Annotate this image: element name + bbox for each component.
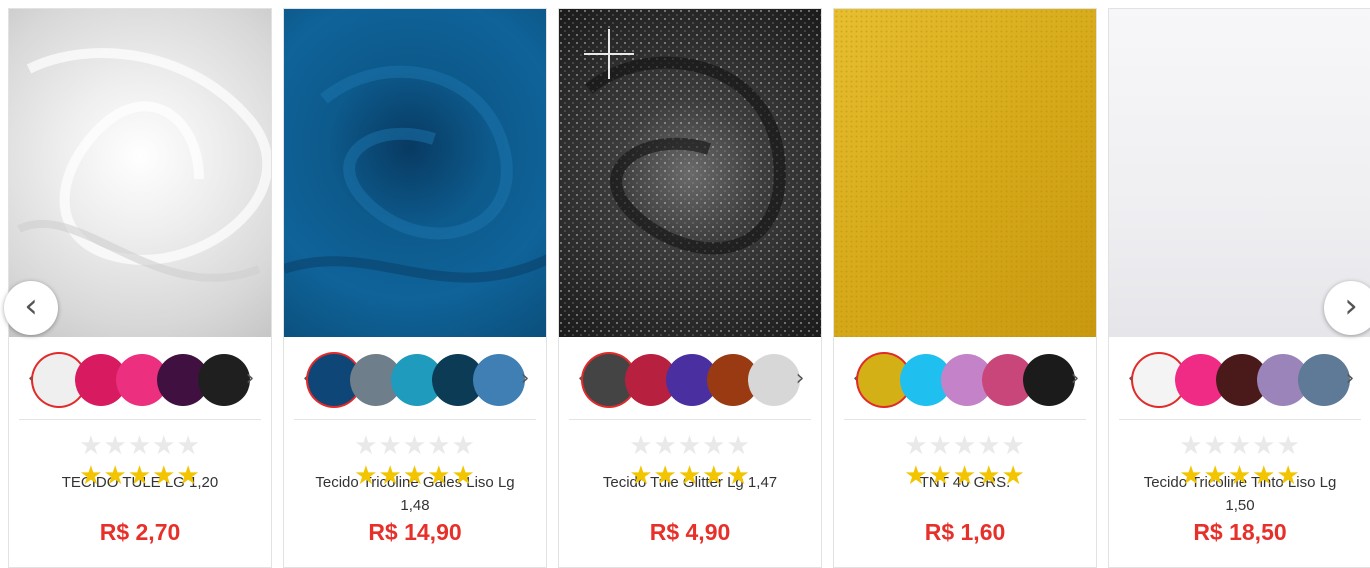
product-price: R$ 14,90 — [368, 519, 462, 545]
fabric-texture — [834, 9, 1096, 337]
rating-stars-filled: ★★★★★ — [904, 461, 1026, 491]
swatch-next-icon[interactable]: › — [1343, 366, 1357, 392]
swatch-next-icon[interactable]: › — [1068, 366, 1082, 392]
glitter-texture — [559, 9, 821, 337]
divider — [569, 419, 811, 420]
product-card[interactable]: ‹ › ★★★★★ Tecido Tricoline Tinto Liso Lg… — [1108, 8, 1370, 568]
product-image[interactable] — [834, 9, 1096, 337]
carousel-prev-button[interactable]: ‹ — [4, 281, 58, 335]
rating-stars-filled: ★★★★★ — [354, 461, 476, 491]
rating-stars-filled: ★★★★★ — [1179, 461, 1301, 491]
product-card[interactable]: ‹ › ★★★★★ TNT 40 GRS. ★★★★★ R$ 1,60 — [833, 8, 1097, 568]
product-price: R$ 1,60 — [924, 519, 1006, 545]
color-swatches: ‹ › — [1109, 354, 1370, 408]
swatch-next-icon[interactable]: › — [518, 366, 532, 392]
divider — [844, 419, 1086, 420]
carousel-next-button[interactable]: › — [1324, 281, 1370, 335]
rating-stars-filled: ★★★★★ — [79, 461, 201, 491]
chevron-left-icon: ‹ — [24, 286, 38, 326]
rating-stars-empty: ★★★★★ — [354, 431, 476, 461]
chevron-right-icon: › — [1344, 286, 1358, 326]
rating-stars-empty: ★★★★★ — [629, 431, 751, 461]
color-swatches: ‹ › — [559, 354, 821, 408]
swatch-next-icon[interactable]: › — [793, 366, 807, 392]
rating-stars-filled: ★★★★★ — [629, 461, 751, 491]
product-price: R$ 4,90 — [649, 519, 731, 545]
product-card[interactable]: ‹ › ★★★★★ Tecido Tricoline Gales Liso Lg… — [283, 8, 547, 568]
color-swatches: ‹ › — [834, 354, 1096, 408]
color-swatches: ‹ › — [9, 354, 271, 408]
swatch-next-icon[interactable]: › — [243, 366, 257, 392]
product-image[interactable] — [1109, 9, 1370, 337]
product-price: R$ 18,50 — [1193, 519, 1287, 545]
rating-stars-empty: ★★★★★ — [79, 431, 201, 461]
product-card[interactable]: ‹ › ★★★★★ Tecido Tule Glitter Lg 1,47 ★★… — [558, 8, 822, 568]
color-swatches: ‹ › — [284, 354, 546, 408]
divider — [19, 419, 261, 420]
fabric-folds — [284, 65, 546, 283]
rating-stars-empty: ★★★★★ — [904, 431, 1026, 461]
product-carousel: ‹ › ★★★★★ TECIDO TULE LG 1,20 ★★★★★ R$ 2… — [0, 0, 1370, 568]
product-image[interactable] — [284, 9, 546, 337]
product-image[interactable] — [559, 9, 821, 337]
divider — [294, 419, 536, 420]
rating-stars-empty: ★★★★★ — [1179, 431, 1301, 461]
divider — [1119, 419, 1361, 420]
product-price: R$ 2,70 — [99, 519, 181, 545]
